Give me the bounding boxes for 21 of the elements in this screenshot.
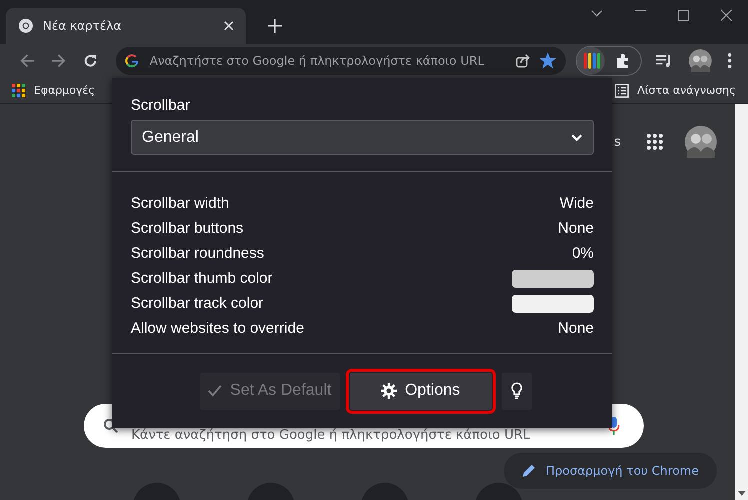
customize-button[interactable]: Προσαρμογή του Chrome [504,453,717,489]
bookmark-item[interactable]: Εφαρμογές [12,84,96,98]
section-label: Scrollbar [131,97,192,114]
reading-list-button[interactable]: Λίστα ανάγνωσης [615,84,736,98]
setting-value[interactable]: Wide [560,195,594,212]
setting-label: Scrollbar track color [131,295,264,312]
browser-tab[interactable]: Νέα καρτέλα [6,8,246,44]
setting-label: Scrollbar thumb color [131,270,273,287]
setting-label: Allow websites to override [131,320,304,337]
setting-label: Scrollbar buttons [131,220,244,237]
setting-value[interactable]: None [558,220,594,237]
address-field[interactable]: Αναζητήστε στο Google ή πληκτρολογήστε κάποιο URL [150,54,506,68]
setting-value[interactable]: None [558,320,594,337]
setting-label: Scrollbar width [131,195,230,212]
setting-label: Scrollbar roundness [131,245,264,262]
dropdown[interactable]: General [131,120,594,155]
setting-value[interactable]: 0% [572,245,594,262]
tab-title: Νέα καρτέλα [43,19,123,33]
header-link[interactable]: s [614,134,621,150]
popup-button[interactable]: Options [350,372,492,410]
address-bar[interactable]: Αναζητήστε στο Google ή πληκτρολογήστε κάποιο URL [116,47,566,75]
